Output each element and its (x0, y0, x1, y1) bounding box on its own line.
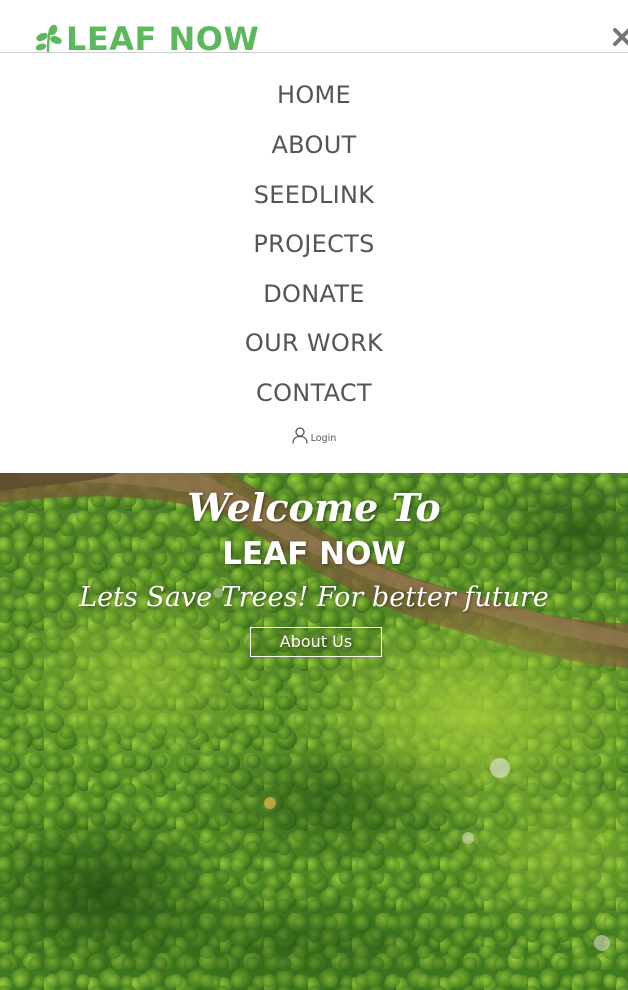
close-icon[interactable] (612, 26, 628, 48)
nav-item-projects[interactable]: PROJECTS (0, 229, 628, 259)
hero-tagline: Lets Save Trees! For better future (79, 582, 549, 613)
main-nav: HOME ABOUT SEEDLINK PROJECTS DONATE OUR … (0, 53, 628, 473)
hero-brand-title: LEAF NOW (222, 536, 406, 572)
nav-item-home[interactable]: HOME (0, 80, 628, 110)
site-header: LEAF NOW (0, 0, 628, 53)
login-link[interactable]: Login (0, 427, 628, 444)
page: LEAF NOW HOME ABOUT SEEDLINK PROJECTS DO… (0, 0, 628, 990)
nav-item-contact[interactable]: CONTACT (0, 378, 628, 408)
hero-section: Welcome To LEAF NOW Lets Save Trees! For… (0, 473, 628, 990)
brand-name: LEAF NOW (66, 20, 260, 53)
nav-item-our-work[interactable]: OUR WORK (0, 328, 628, 358)
nav-item-seedlink[interactable]: SEEDLINK (0, 180, 628, 210)
leaf-sprig-icon (36, 24, 62, 52)
about-us-button[interactable]: About Us (250, 627, 382, 657)
nav-item-donate[interactable]: DONATE (0, 279, 628, 309)
hero-welcome-text: Welcome To (187, 485, 441, 530)
nav-item-about[interactable]: ABOUT (0, 130, 628, 160)
logo[interactable]: LEAF NOW (36, 20, 260, 53)
login-label: Login (310, 432, 337, 444)
user-icon (292, 427, 308, 444)
